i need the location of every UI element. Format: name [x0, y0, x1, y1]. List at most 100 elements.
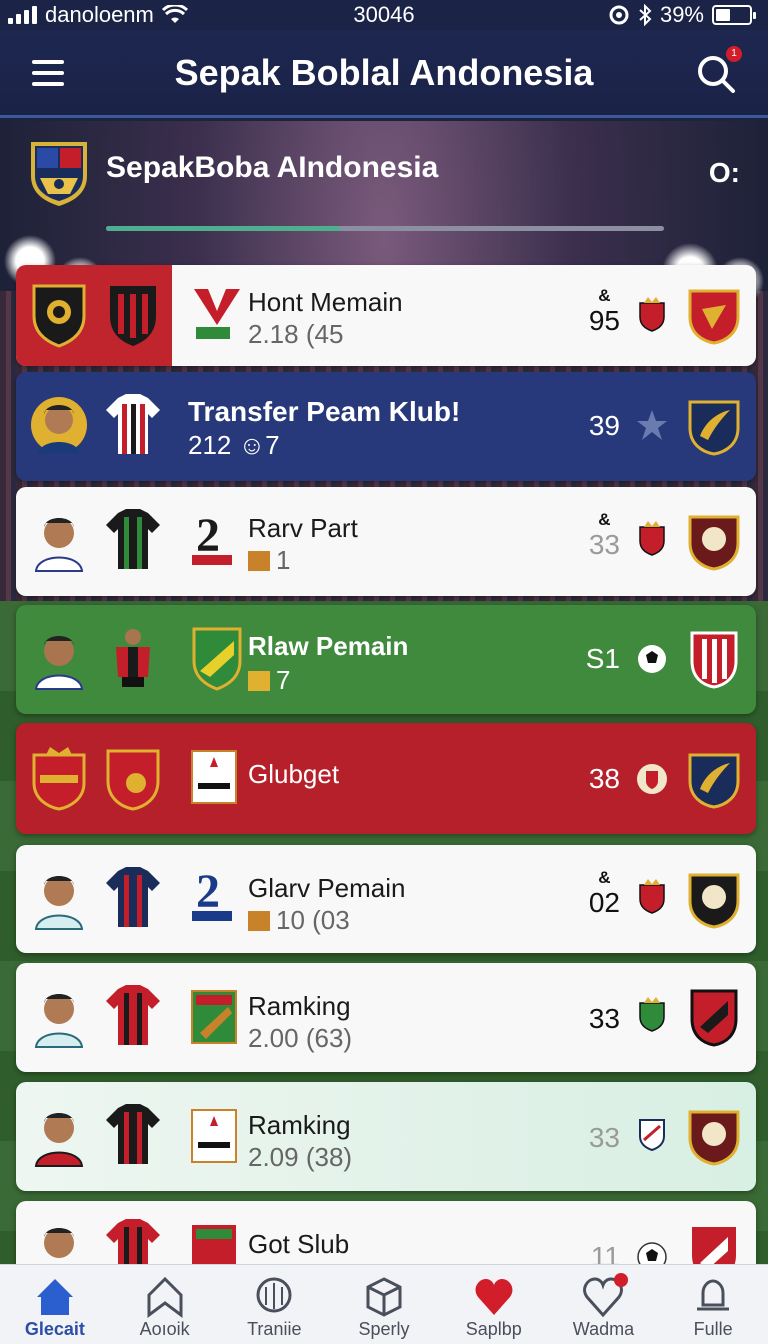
nav-item-favorites[interactable]: Saplbp: [439, 1265, 549, 1344]
club-crest-icon: [686, 511, 742, 571]
list-item[interactable]: Rlaw Pemain 7 S1: [16, 605, 756, 714]
card-subtitle: 2.09 (38): [248, 1142, 353, 1172]
club-crest-icon: [30, 282, 88, 348]
card-title: Transfer Peam Klub!: [188, 396, 461, 427]
jersey-icon: [104, 507, 162, 573]
nav-label: Wadma: [572, 1319, 635, 1339]
carrier-label: danoloenm: [45, 2, 154, 27]
sponsor-logo-icon: [188, 281, 246, 347]
battery-icon: [712, 5, 756, 25]
notification-badge: [614, 1273, 629, 1287]
nav-item-full[interactable]: Fulle: [658, 1265, 768, 1344]
list-item[interactable]: Ramking 2.09 (38) 33: [16, 1082, 756, 1191]
svg-text:2: 2: [196, 509, 220, 562]
card-subtitle: 7: [248, 665, 290, 696]
club-crest-icon: [686, 987, 742, 1047]
club-crest-icon: [686, 1106, 742, 1166]
mini-crest-icon: [636, 997, 668, 1033]
card-title: Got Slub: [248, 1229, 350, 1259]
bluetooth-icon: [639, 4, 652, 26]
player-avatar: [30, 392, 88, 458]
season-progress-bar: [106, 226, 664, 231]
player-avatar: [30, 1102, 88, 1168]
header-options-button[interactable]: O:: [709, 157, 740, 189]
box-icon: [366, 1277, 402, 1317]
card-subtitle: 2.00 (63): [248, 1023, 353, 1053]
sponsor-logo-icon: [188, 745, 246, 811]
nav-label: Aoıoik: [139, 1319, 190, 1339]
player-kit-icon: [104, 625, 162, 691]
mini-crest-icon: [636, 521, 668, 557]
league-header: SepakBoba AIndonesia O:: [0, 121, 768, 241]
club-crest-icon: [104, 282, 162, 348]
score-value: & 95: [588, 286, 620, 337]
jersey-icon: [104, 392, 162, 458]
score-value: & 33: [588, 510, 620, 561]
list-item[interactable]: Glubget 38: [16, 723, 756, 834]
sponsor-logo-icon: 2: [188, 507, 246, 573]
score-value: 33: [588, 1003, 620, 1034]
jersey-icon: [104, 865, 162, 931]
status-bar: danoloenm 30046 39%: [0, 0, 768, 30]
nav-label: Sperly: [358, 1319, 410, 1339]
nav-item-watchlist[interactable]: Wadma: [549, 1265, 659, 1344]
list-item[interactable]: Transfer Peam Klub! 212 ☺7 39: [16, 372, 756, 481]
list-item[interactable]: Hont Memain 2.18 (45 & 95: [16, 265, 756, 366]
jersey-icon: [104, 1102, 162, 1168]
svg-text:2: 2: [196, 865, 220, 918]
app-title: Sepak Boblal Andonesia: [174, 51, 594, 93]
nav-label: Traniie: [247, 1319, 302, 1339]
card-title: Ramking: [248, 1110, 351, 1140]
league-crest-icon: [28, 138, 90, 208]
bottom-navigation: Glecait Aoıoik Traniie Sperly Saplbp Wad…: [0, 1264, 768, 1344]
nav-label: Saplbp: [465, 1319, 522, 1339]
mini-crest-icon: [636, 761, 668, 797]
sponsor-logo-icon: [188, 1104, 246, 1170]
player-avatar: [30, 507, 88, 573]
card-title: Glarv Pemain: [248, 873, 406, 903]
player-avatar: [30, 625, 88, 691]
card-title: Rlaw Pemain: [248, 631, 409, 661]
home-icon: [36, 1279, 73, 1315]
club-crest-icon: [188, 625, 246, 691]
nav-item-training[interactable]: Traniie: [219, 1265, 329, 1344]
jersey-icon: [104, 983, 162, 1049]
card-title: Hont Memain: [248, 287, 403, 317]
card-subtitle: 1: [248, 545, 290, 576]
mini-crest-icon: [636, 879, 668, 915]
club-crest-icon: [104, 745, 162, 811]
club-crest-icon: [686, 285, 742, 345]
mini-crest-icon: [636, 1116, 668, 1152]
score-value: & 02: [588, 868, 620, 919]
nav-item-sports[interactable]: Sperly: [329, 1265, 439, 1344]
menu-icon: [32, 59, 64, 64]
list-item[interactable]: Ramking 2.00 (63) 33: [16, 963, 756, 1072]
season-progress-fill: [106, 226, 341, 231]
battery-percent: 39%: [659, 2, 704, 27]
bookmark-icon: [147, 1276, 183, 1318]
card-subtitle: 212 ☺7: [188, 430, 280, 460]
club-crest-icon: [30, 745, 88, 811]
list-item[interactable]: 2 Glarv Pemain 10 (03 & 02: [16, 845, 756, 953]
list-item[interactable]: 2 Rarv Part 1 & 33: [16, 487, 756, 596]
star-icon: [636, 408, 668, 444]
nav-item-home[interactable]: Glecait: [0, 1265, 110, 1344]
score-value: S1: [585, 643, 620, 674]
signal-icon: [8, 6, 37, 24]
ball-icon: [256, 1277, 292, 1313]
card-title: Rarv Part: [248, 513, 358, 543]
club-crest-icon: [686, 869, 742, 929]
score-value: 39: [588, 410, 620, 441]
nav-item-bookmark[interactable]: Aoıoik: [110, 1265, 220, 1344]
club-crest-icon: [188, 985, 246, 1051]
nav-label: Fulle: [693, 1319, 733, 1339]
search-button[interactable]: 1: [694, 46, 742, 96]
club-crest-icon: [686, 749, 742, 809]
hamburger-menu-button[interactable]: [0, 29, 96, 117]
wifi-icon: [161, 5, 188, 23]
card-subtitle: 2.18 (45: [248, 319, 344, 349]
club-crest-icon: [686, 629, 742, 689]
sponsor-logo-icon: 2: [188, 863, 246, 929]
location-icon: [609, 5, 629, 25]
card-subtitle: 10 (03: [248, 905, 350, 936]
